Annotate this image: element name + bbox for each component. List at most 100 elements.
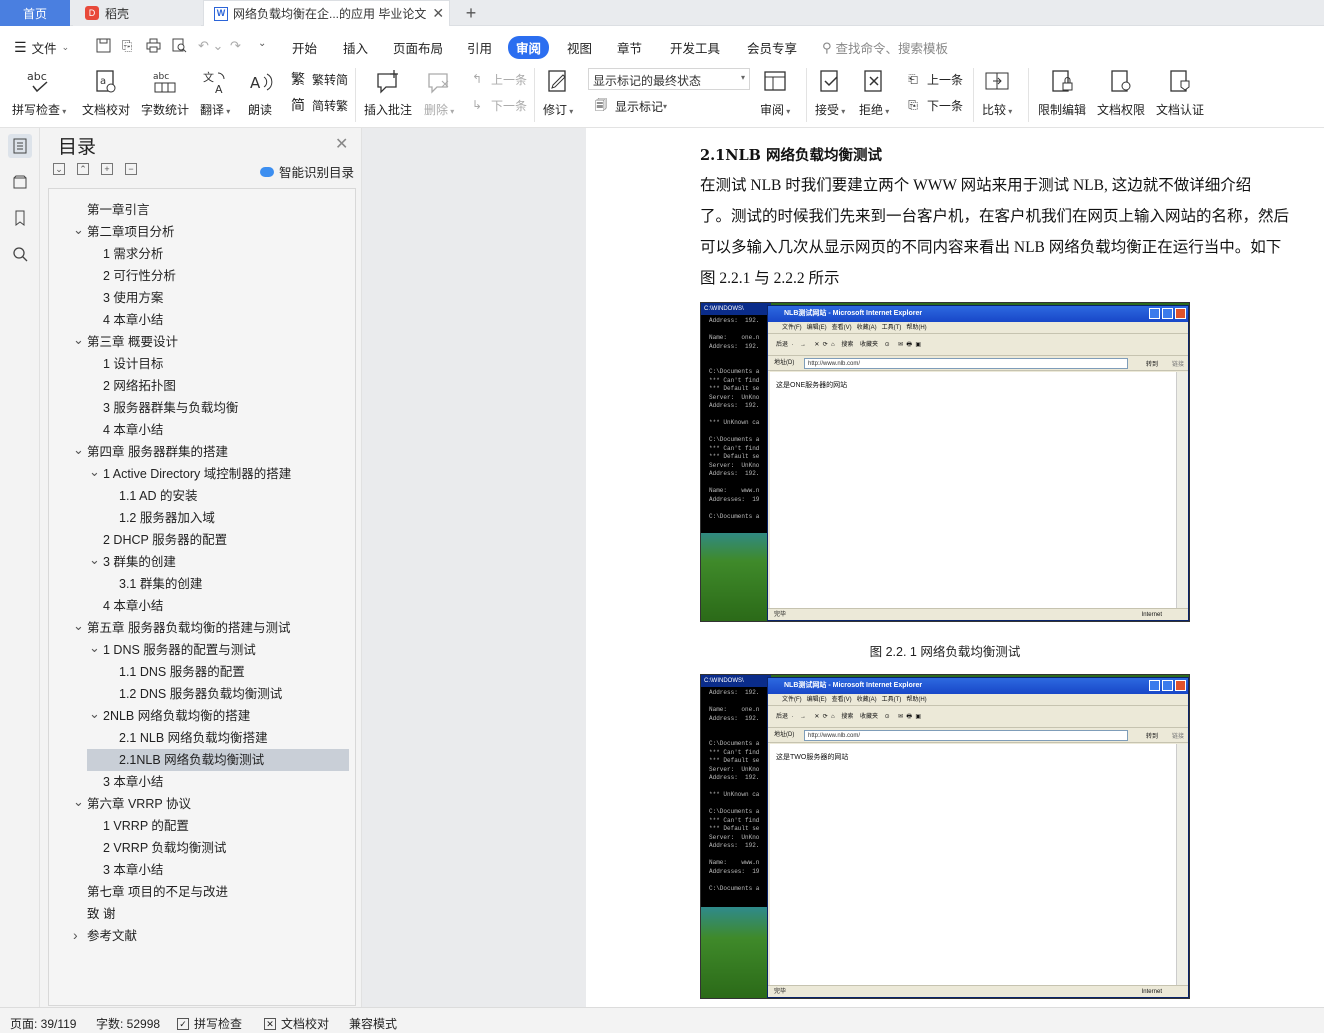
- toc-item[interactable]: 2.1NLB 网络负载均衡测试: [87, 749, 349, 771]
- menu-review[interactable]: 审阅: [508, 36, 550, 59]
- chevron-down-icon[interactable]: ⌄: [73, 443, 84, 456]
- toc-item[interactable]: ⌄ 3 群集的创建: [87, 551, 349, 573]
- add-item-icon[interactable]: +: [101, 163, 113, 175]
- toc-item[interactable]: 2.1 NLB 网络负载均衡搭建: [103, 727, 349, 749]
- chevron-down-icon[interactable]: ⌄: [89, 641, 100, 654]
- toc-item[interactable]: 3 服务器群集与负载均衡: [87, 397, 349, 419]
- chevron-down-icon[interactable]: ⌄: [73, 795, 84, 808]
- toc-item[interactable]: 2 可行性分析: [87, 265, 349, 287]
- toc-item[interactable]: 4 本章小结: [87, 595, 349, 617]
- toc-item[interactable]: 3 本章小结: [87, 771, 349, 793]
- toc-item[interactable]: 1.2 服务器加入域: [103, 507, 349, 529]
- toc-item[interactable]: 2 VRRP 负载均衡测试: [87, 837, 349, 859]
- to-traditional-button[interactable]: 繁繁转简: [289, 70, 348, 88]
- toc-item[interactable]: 1 设计目标: [87, 353, 349, 375]
- toc-item[interactable]: 2 DHCP 服务器的配置: [87, 529, 349, 551]
- menu-references[interactable]: 引用: [467, 38, 492, 57]
- delete-comment-button[interactable]: 删除 ▾: [424, 67, 454, 118]
- chapter-nav-icon[interactable]: [8, 170, 32, 194]
- close-tab-icon[interactable]: ✕: [432, 5, 444, 22]
- redo-icon[interactable]: ↷: [230, 38, 241, 54]
- to-simplified-button[interactable]: 简简转繁: [289, 96, 348, 114]
- next-comment-button[interactable]: ↳ 下一条: [468, 96, 527, 114]
- toc-item[interactable]: 1.1 AD 的安装: [103, 485, 349, 507]
- outline-icon[interactable]: [8, 134, 32, 158]
- prev-comment-button[interactable]: ↰ 上一条: [468, 70, 527, 88]
- toc-item[interactable]: ⌄ 第三章 概要设计: [71, 331, 349, 353]
- tab-document[interactable]: W 网络负载均衡在企...的应用 毕业论文 ✕: [203, 0, 450, 26]
- chevron-down-icon[interactable]: ⌄: [73, 619, 84, 632]
- insert-comment-button[interactable]: 插入批注: [364, 67, 412, 118]
- undo-icon[interactable]: ↶ ⌄: [198, 38, 223, 54]
- readaloud-button[interactable]: A 朗读: [245, 67, 275, 118]
- compare-button[interactable]: 比较 ▾: [982, 67, 1012, 118]
- document-page[interactable]: 2.1NLB 网络负载均衡测试 在测试 NLB 时我们要建立两个 WWW 网站来…: [586, 128, 1324, 1007]
- collapse-all-icon[interactable]: ⌄: [53, 163, 65, 175]
- customize-toolbar-icon[interactable]: ⌄: [258, 38, 266, 49]
- close-icon[interactable]: ✕: [335, 134, 348, 154]
- prev-change-button[interactable]: ⎗ 上一条: [904, 70, 963, 88]
- chevron-down-icon[interactable]: ⌄: [89, 707, 100, 720]
- toc-item[interactable]: 1.2 DNS 服务器负载均衡测试: [103, 683, 349, 705]
- toc-item[interactable]: 4 本章小结: [87, 309, 349, 331]
- smart-toc-button[interactable]: 智能识别目录: [260, 162, 354, 181]
- doc-cert-button[interactable]: 文档认证: [1156, 67, 1204, 118]
- toc-item[interactable]: 第一章引言: [71, 199, 349, 221]
- toc-item[interactable]: 4 本章小结: [87, 419, 349, 441]
- review-pane-button[interactable]: 审阅 ▾: [760, 67, 790, 118]
- toc-item[interactable]: 3 本章小结: [87, 859, 349, 881]
- command-search[interactable]: ⚲ 查找命令、搜索模板: [822, 38, 948, 57]
- chevron-right-icon[interactable]: ›: [73, 928, 82, 942]
- spellcheck-status[interactable]: ✓ 拼写检查: [177, 1015, 242, 1032]
- save-icon[interactable]: [96, 38, 111, 56]
- toc-item[interactable]: 3.1 群集的创建: [103, 573, 349, 595]
- menu-insert[interactable]: 插入: [343, 38, 368, 57]
- toc-item[interactable]: 2 网络拓扑图: [87, 375, 349, 397]
- file-menu[interactable]: ☰ 文件 ⌄: [14, 38, 69, 57]
- toc-item[interactable]: 致 谢: [71, 903, 349, 925]
- print-icon[interactable]: [146, 38, 161, 56]
- chevron-down-icon[interactable]: ⌄: [73, 223, 84, 236]
- menu-member[interactable]: 会员专享: [747, 38, 797, 57]
- toc-item[interactable]: 1.1 DNS 服务器的配置: [103, 661, 349, 683]
- restrict-edit-button[interactable]: 限制编辑: [1038, 67, 1086, 118]
- translate-button[interactable]: 文A 翻译 ▾: [200, 67, 230, 118]
- show-markup-button[interactable]: 🗐 显示标记 ▾: [592, 97, 667, 115]
- page-count[interactable]: 页面: 39/119: [10, 1015, 76, 1032]
- word-count[interactable]: 字数: 52998: [96, 1015, 160, 1032]
- menu-view[interactable]: 视图: [567, 38, 592, 57]
- accept-button[interactable]: 接受 ▾: [815, 67, 845, 118]
- reject-button[interactable]: 拒绝 ▾: [859, 67, 889, 118]
- toc-item[interactable]: ⌄ 2NLB 网络负载均衡的搭建: [87, 705, 349, 727]
- toc-item[interactable]: 3 使用方案: [87, 287, 349, 309]
- menu-chapter[interactable]: 章节: [617, 38, 642, 57]
- proofread-button[interactable]: a 文档校对: [82, 67, 130, 118]
- toc-item[interactable]: › 参考文献: [71, 925, 349, 947]
- wordcount-button[interactable]: abc 字数统计: [141, 67, 189, 118]
- expand-up-icon[interactable]: ⌃: [77, 163, 89, 175]
- revise-button[interactable]: 修订 ▾: [543, 67, 573, 118]
- chevron-down-icon[interactable]: ⌄: [89, 553, 100, 566]
- remove-item-icon[interactable]: −: [125, 163, 137, 175]
- markup-mode-select[interactable]: 显示标记的最终状态 ▾: [588, 68, 750, 90]
- tab-home[interactable]: 首页: [0, 0, 70, 26]
- print-preview-icon[interactable]: [172, 38, 187, 56]
- next-change-button[interactable]: ⎘ 下一条: [904, 96, 963, 114]
- toc-item[interactable]: ⌄ 1 Active Directory 域控制器的搭建: [87, 463, 349, 485]
- menu-page-layout[interactable]: 页面布局: [393, 38, 443, 57]
- menu-developer[interactable]: 开发工具: [670, 38, 720, 57]
- toc-item[interactable]: ⌄ 第二章项目分析: [71, 221, 349, 243]
- chevron-down-icon[interactable]: ⌄: [89, 465, 100, 478]
- toc-item[interactable]: 第七章 项目的不足与改进: [71, 881, 349, 903]
- toc-item[interactable]: ⌄ 1 DNS 服务器的配置与测试: [87, 639, 349, 661]
- toc-item[interactable]: 1 需求分析: [87, 243, 349, 265]
- spellcheck-button[interactable]: abc 拼写检查 ▾: [12, 67, 66, 118]
- toc-item[interactable]: 1 VRRP 的配置: [87, 815, 349, 837]
- new-tab-icon[interactable]: +: [458, 0, 484, 26]
- toc-item[interactable]: ⌄ 第四章 服务器群集的搭建: [71, 441, 349, 463]
- export-icon[interactable]: ⎘: [122, 38, 132, 54]
- find-icon[interactable]: [8, 242, 32, 266]
- bookmark-icon[interactable]: [8, 206, 32, 230]
- toc-item[interactable]: ⌄ 第五章 服务器负载均衡的搭建与测试: [71, 617, 349, 639]
- toc-item[interactable]: ⌄ 第六章 VRRP 协议: [71, 793, 349, 815]
